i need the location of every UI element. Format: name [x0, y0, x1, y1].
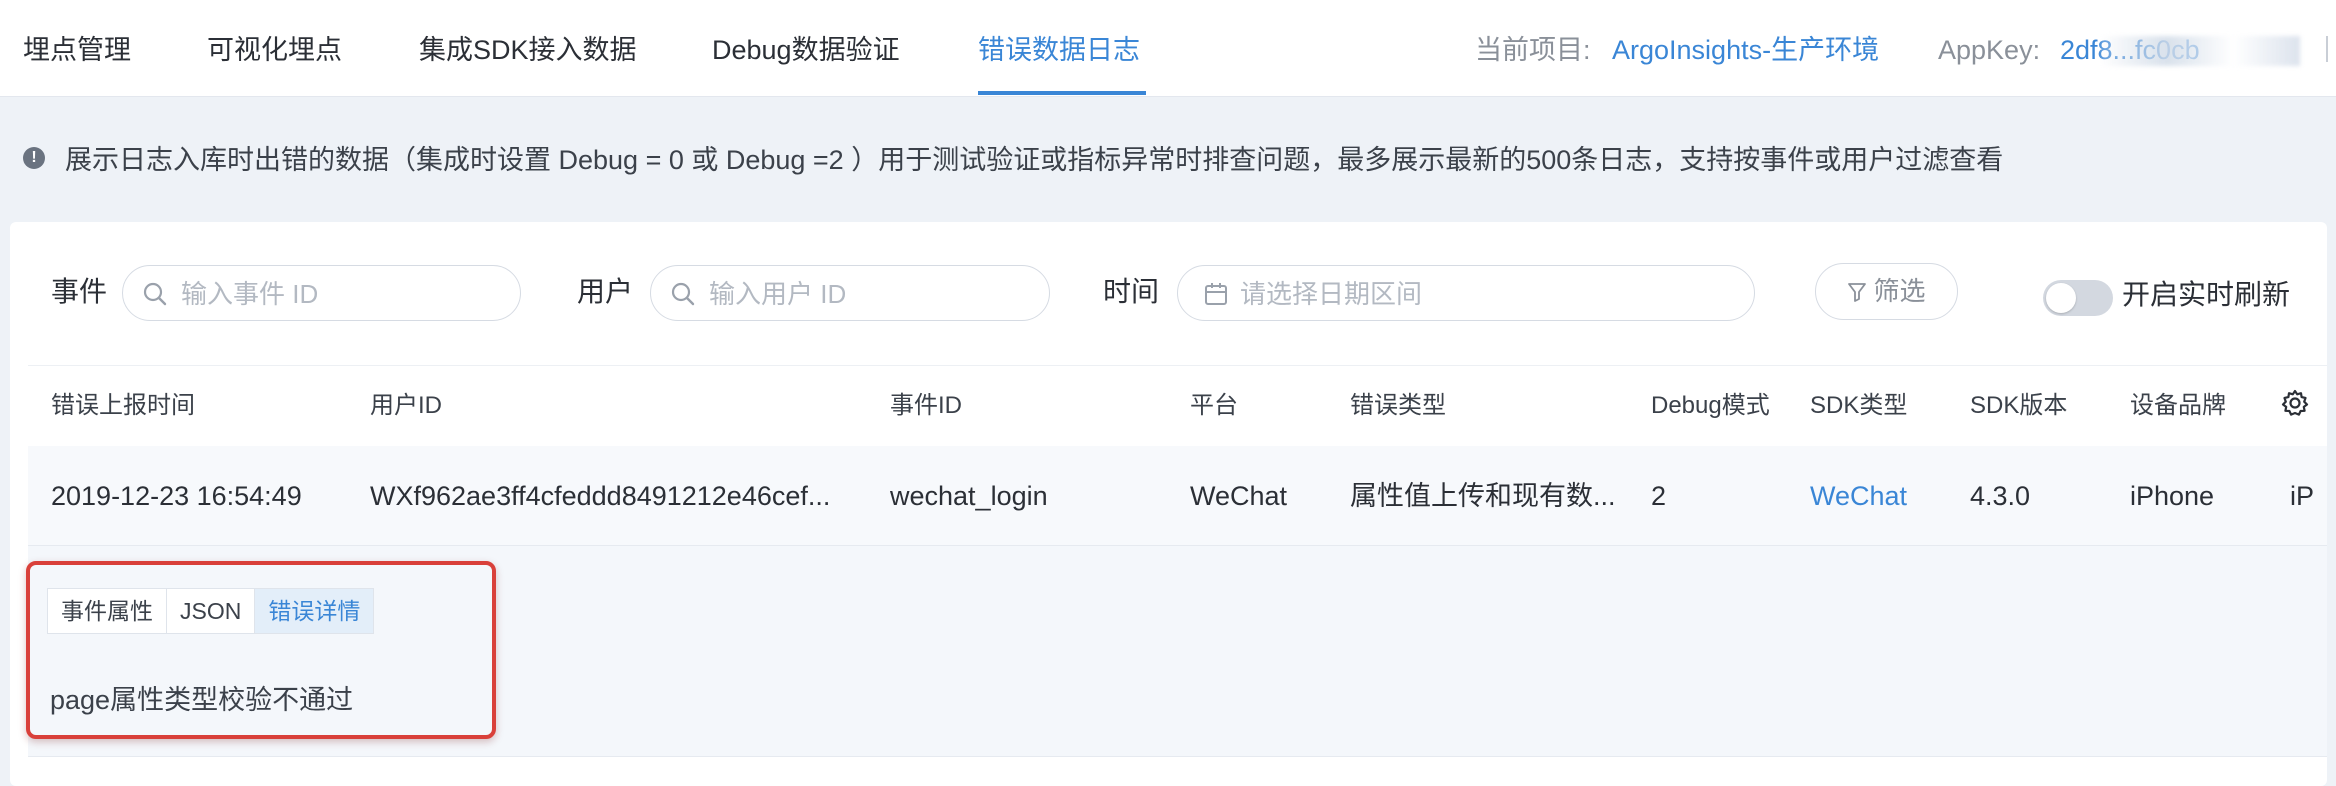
cell-error-type: 属性值上传和现有数... — [1350, 481, 1616, 511]
tab-sdk-integration[interactable]: 集成SDK接入数据 — [419, 0, 637, 96]
tab-error-log[interactable]: 错误数据日志 — [978, 0, 1140, 96]
funnel-icon — [1848, 283, 1867, 302]
search-icon — [671, 282, 695, 306]
current-project-label: 当前项目: — [1475, 35, 1591, 65]
column-header[interactable]: 用户ID — [370, 366, 442, 446]
column-header[interactable]: Debug模式 — [1651, 366, 1770, 446]
column-settings-gear-icon[interactable] — [2280, 388, 2310, 418]
cell-sdk-version: 4.3.0 — [1970, 481, 2031, 511]
info-icon: ! — [23, 147, 45, 169]
user-filter-label: 用户 — [577, 276, 634, 307]
top-nav: 埋点管理 可视化埋点 集成SDK接入数据 Debug数据验证 错误数据日志 当前… — [0, 0, 2336, 97]
appkey-label: AppKey: — [1938, 35, 2041, 65]
filter-button-label: 筛选 — [1873, 276, 1926, 306]
column-header[interactable]: SDK版本 — [1970, 366, 2067, 446]
column-header[interactable]: 错误类型 — [1350, 366, 1446, 446]
cell-device-brand: iPhone — [2130, 481, 2215, 511]
realtime-refresh-toggle[interactable] — [2043, 280, 2113, 316]
column-header[interactable]: 事件ID — [890, 366, 962, 446]
date-range-picker[interactable] — [1177, 265, 1755, 321]
event-filter-label: 事件 — [51, 276, 108, 307]
cell-overflow: iP — [2290, 481, 2315, 511]
appkey-redaction — [2100, 36, 2300, 66]
current-project-selector[interactable]: ArgoInsights-生产环境 — [1612, 0, 1879, 100]
table-row[interactable]: 2019-12-23 16:54:49 WXf962ae3ff4cfeddd84… — [28, 446, 2327, 546]
column-header[interactable]: SDK类型 — [1810, 366, 1907, 446]
cell-sdk-type[interactable]: WeChat — [1810, 446, 1907, 546]
user-id-input[interactable] — [707, 274, 1031, 314]
search-icon — [143, 282, 167, 306]
user-search-box[interactable] — [650, 265, 1050, 321]
tab-debug-validation[interactable]: Debug数据验证 — [712, 0, 900, 96]
tab-tracking-management[interactable]: 埋点管理 — [23, 0, 131, 96]
time-filter-label: 时间 — [1103, 276, 1160, 307]
active-tab-indicator — [978, 91, 1146, 95]
filter-button[interactable]: 筛选 — [1815, 263, 1958, 320]
column-header[interactable]: 错误上报时间 — [51, 366, 195, 446]
cell-debug-mode: 2 — [1651, 481, 1667, 511]
tab-visual-tracking[interactable]: 可视化埋点 — [207, 0, 342, 96]
column-header[interactable]: 平台 — [1190, 366, 1238, 446]
cell-event-id: wechat_login — [890, 481, 1048, 511]
cell-report-time: 2019-12-23 16:54:49 — [51, 481, 302, 511]
column-header[interactable]: 设备品牌 — [2130, 366, 2226, 446]
date-range-input[interactable] — [1238, 274, 1722, 314]
notice-text: 展示日志入库时出错的数据（集成时设置 Debug = 0 或 Debug =2 … — [65, 145, 2004, 175]
event-id-input[interactable] — [179, 274, 503, 314]
table-header: 错误上报时间 用户ID 事件ID 平台 错误类型 Debug模式 SDK类型 S… — [28, 365, 2327, 447]
calendar-icon — [1205, 283, 1227, 305]
cell-platform: WeChat — [1190, 481, 1288, 511]
realtime-refresh-label: 开启实时刷新 — [2122, 279, 2291, 310]
cell-user-id: WXf962ae3ff4cfeddd8491212e46cef... — [370, 481, 831, 511]
event-search-box[interactable] — [122, 265, 521, 321]
topbar-divider — [2326, 36, 2328, 62]
toggle-knob — [2046, 283, 2076, 313]
highlight-annotation-box — [26, 561, 496, 739]
